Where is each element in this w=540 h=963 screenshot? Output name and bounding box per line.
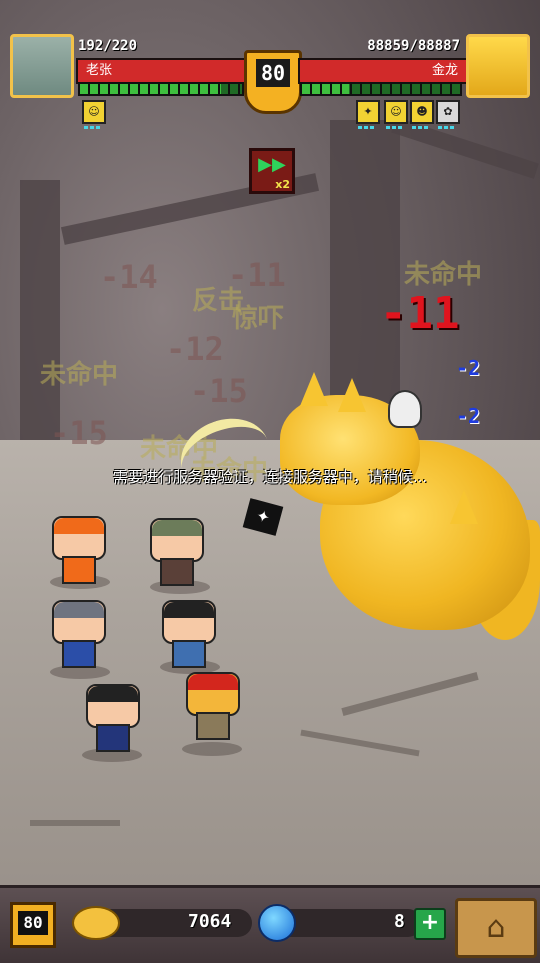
dragon-spike: [300, 372, 328, 406]
hero-gray-hair[interactable]: [52, 600, 106, 668]
stage-level-text: 80: [256, 59, 290, 87]
faded-damage-text: -15: [50, 414, 108, 452]
server-connection-notice: 需要进行服务器验证，连接服务器中，请稍候...: [112, 468, 428, 486]
player-energy-bar: [78, 82, 244, 96]
faded-status-text: 惊吓: [232, 304, 285, 334]
stage-level-badge: 80: [244, 50, 302, 114]
hero-orange-goggles[interactable]: [52, 516, 106, 584]
enemy-portrait[interactable]: [466, 34, 530, 98]
add-gems-button[interactable]: +: [414, 908, 446, 940]
hero-black-hair[interactable]: [86, 684, 140, 752]
buff-duration: [358, 126, 376, 129]
coin-icon: [72, 906, 120, 940]
hero-player-laozhang[interactable]: [150, 518, 204, 586]
enemy-hp-text: 88859/88887: [367, 38, 460, 54]
faded-damage-text: -14: [100, 258, 158, 296]
floor-crack: [300, 729, 420, 757]
blue-damage-text: -2: [456, 404, 481, 428]
dragon-spike: [450, 490, 478, 524]
speed-x2-button[interactable]: ▶▶ x2: [249, 148, 295, 194]
enemy-buff-icon[interactable]: ☺: [384, 100, 408, 124]
player-portrait[interactable]: [10, 34, 74, 98]
player-buff-icon[interactable]: ☺: [82, 100, 106, 124]
skull-status-icon: [388, 390, 422, 428]
hero-blue-uniform[interactable]: [162, 600, 216, 668]
enemy-buff-icon[interactable]: ☻: [410, 100, 434, 124]
player-level-text: 80: [18, 911, 48, 935]
home-icon: ⌂: [486, 910, 506, 945]
player-name: 老张: [86, 63, 113, 78]
faded-damage-text: -12: [166, 330, 224, 368]
coin-count: 7064: [188, 911, 232, 932]
buff-duration: [84, 126, 102, 129]
fast-forward-icon: ▶▶: [258, 154, 286, 175]
enemy-hp-bar: 金龙: [298, 58, 468, 84]
faded-damage-text: -15: [190, 372, 248, 410]
faded-status-text: 未命中: [40, 360, 119, 390]
enemy-energy-bar: [300, 82, 462, 96]
buff-duration: [412, 126, 430, 129]
gem-icon: [258, 904, 296, 942]
red-damage-text: -11: [380, 288, 460, 339]
faded-status-text: 未命中: [404, 260, 483, 290]
enemy-buff-icon[interactable]: ✦: [356, 100, 380, 124]
player-level-badge[interactable]: 80: [10, 902, 56, 948]
enemy-name: 金龙: [431, 63, 458, 78]
blue-damage-text: -2: [456, 356, 481, 380]
top-hud: 192/220 老张 80 88859/88887 金龙 ☺ ✦ ☺ ☻ ✿: [0, 0, 540, 140]
home-button[interactable]: ⌂: [455, 898, 537, 958]
player-hp-text: 192/220: [78, 38, 138, 54]
gem-count: 8: [394, 911, 405, 932]
bottom-bar: 80 7064 8 + ⌂: [0, 885, 540, 963]
floor-crack: [341, 672, 479, 716]
player-energy-fill: [80, 84, 221, 94]
cave-background-trunk: [20, 180, 60, 440]
buff-duration: [438, 126, 456, 129]
speed-multiplier: x2: [275, 178, 290, 191]
enemy-energy-fill: [302, 84, 349, 94]
dragon-spike: [338, 378, 366, 412]
floor-crack: [30, 820, 120, 826]
hero-shadow: [182, 742, 242, 756]
buff-duration: [386, 126, 404, 129]
player-hp-bar: 老张: [76, 58, 246, 84]
hero-spartan-helmet[interactable]: [186, 672, 240, 740]
enemy-buff-icon[interactable]: ✿: [436, 100, 460, 124]
